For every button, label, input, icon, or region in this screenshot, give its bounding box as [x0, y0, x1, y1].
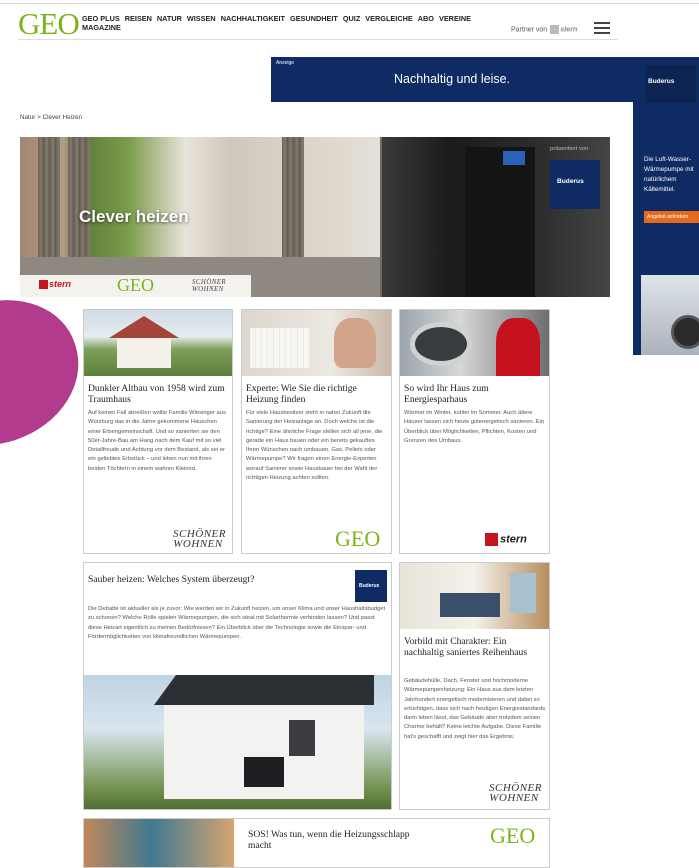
ad-top-text: Nachhaltig und leise.: [393, 72, 511, 86]
buderus-logo[interactable]: Buderus: [550, 160, 600, 209]
heat-pump-image: [641, 275, 699, 355]
nav-magazine[interactable]: MAGAZINE: [82, 23, 121, 32]
partner-label: Partner von: [511, 26, 548, 34]
geo-logo: GEO: [335, 526, 381, 551]
geo-logo[interactable]: GEO: [18, 8, 80, 39]
control-panel: [503, 151, 525, 165]
card-text: Auf keinen Fall abreißen wollte Familie …: [88, 410, 226, 472]
nav-reisen[interactable]: REISEN: [125, 14, 152, 23]
nav-nachhaltigkeit[interactable]: NACHHALTIGKEIT: [221, 14, 285, 23]
nav-abo[interactable]: ABO: [418, 14, 434, 23]
article-card[interactable]: So wird Ihr Haus zum Energiesparhaus Wär…: [399, 309, 550, 554]
stern-logo: stern: [485, 533, 527, 546]
article-card[interactable]: Dunkler Altbau von 1958 wird zum Traumha…: [83, 309, 233, 554]
article-card[interactable]: Vorbild mit Charakter: Ein nachhaltig sa…: [399, 562, 550, 810]
house-image: [84, 310, 232, 376]
installer-image: [400, 310, 549, 376]
ad-cta-button[interactable]: Angebot anfordern: [644, 211, 699, 223]
nav-vereine[interactable]: VEREINE: [439, 14, 471, 23]
card-title[interactable]: Sauber heizen: Welches System überzeugt?: [88, 574, 288, 585]
card-text: Gebäudehülle, Dach, Fenster und hochmode…: [404, 678, 546, 740]
ad-banner-side[interactable]: Buderus Die Luft-Wasser-Wärmepumpe mit n…: [633, 57, 699, 355]
hero-title: Clever heizen: [79, 207, 189, 226]
card-title[interactable]: So wird Ihr Haus zum Energiesparhaus: [404, 383, 547, 405]
schoener-wohnen-logo[interactable]: SCHÖNER WOHNEN: [192, 279, 234, 293]
partner-note[interactable]: Partner von stern: [511, 25, 577, 34]
main-nav: GEO PLUS REISEN NATUR WISSEN NACHHALTIGKEIT G…: [82, 14, 476, 32]
article-card-featured[interactable]: Sauber heizen: Welches System überzeugt?…: [83, 562, 392, 810]
stern-logo-icon: [550, 25, 560, 34]
site-header: GEO GEO PLUS REISEN NATUR WISSEN NACHHALTIGK…: [18, 8, 618, 40]
nav-vergleiche[interactable]: VERGLEICHE: [365, 14, 412, 23]
geo-logo-small[interactable]: GEO: [117, 276, 154, 294]
ad-banner-top[interactable]: Anzeige Nachhaltig und leise.: [271, 57, 633, 102]
hero-banner: Clever heizen präsentiert von Buderus st…: [20, 137, 610, 297]
card-title[interactable]: SOS! Was tun, wenn die Heizungsschlapp m…: [248, 829, 418, 851]
breadcrumb[interactable]: Natur > Clever Heizen: [20, 114, 82, 121]
buderus-logo: Buderus: [355, 570, 387, 602]
nav-quiz[interactable]: QUIZ: [343, 14, 360, 23]
nav-geo-plus[interactable]: GEO PLUS: [82, 14, 120, 23]
expert-image: [242, 310, 391, 376]
nav-wissen[interactable]: WISSEN: [187, 14, 216, 23]
stern-logo[interactable]: stern: [39, 279, 71, 290]
card-text: Für viele Hausbesitzer steht in naher Zu…: [246, 410, 383, 482]
stern-star-icon: [485, 533, 498, 546]
house-heatpump-image: [84, 675, 391, 809]
stern-star-icon: [39, 280, 48, 290]
ad-side-text: Die Luft-Wasser-Wärmepumpe mit natürlich…: [644, 156, 694, 193]
nav-natur[interactable]: NATUR: [157, 14, 182, 23]
card-title[interactable]: Experte: Wie Sie die richtige Heizung fi…: [246, 383, 389, 405]
ad-side-brand: Buderus: [648, 78, 675, 85]
presented-by: präsentiert von: [550, 146, 589, 152]
old-room-image: [84, 819, 234, 867]
schoener-wohnen-logo: SCHÖNER WOHNEN: [173, 528, 226, 550]
nav-gesundheit[interactable]: GESUNDHEIT: [290, 14, 338, 23]
schoener-wohnen-logo: SCHÖNER WOHNEN: [489, 782, 542, 804]
article-card[interactable]: SOS! Was tun, wenn die Heizungsschlapp m…: [83, 818, 550, 868]
article-card[interactable]: Experte: Wie Sie die richtige Heizung fi…: [241, 309, 392, 554]
top-divider: [0, 3, 699, 4]
geo-logo: GEO: [490, 823, 536, 848]
card-title[interactable]: Vorbild mit Charakter: Ein nachhaltig sa…: [404, 636, 547, 658]
interior-image: [400, 563, 549, 629]
card-text: Wärmer im Winter, kühler im Sommer. Auch…: [404, 410, 545, 444]
ad-label: Anzeige: [276, 60, 295, 66]
partner-brand: stern: [560, 26, 578, 34]
heat-pump-image: [465, 147, 535, 297]
card-text: Die Debatte ist aktueller als je zuvor: …: [88, 606, 386, 640]
menu-icon[interactable]: [594, 22, 610, 34]
card-title[interactable]: Dunkler Altbau von 1958 wird zum Traumha…: [88, 383, 230, 405]
